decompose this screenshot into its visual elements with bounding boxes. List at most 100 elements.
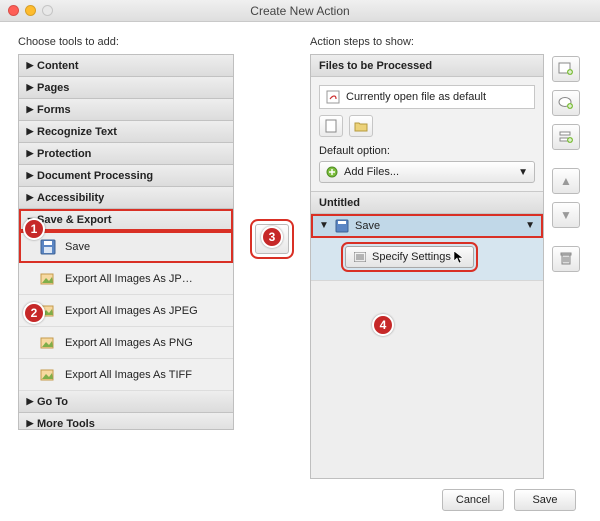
export-image-icon	[39, 334, 57, 352]
chevron-right-icon: ▶	[25, 396, 35, 407]
tool-export-tiff[interactable]: Export All Images As TIFF	[19, 359, 233, 391]
category-label: Accessibility	[37, 192, 104, 204]
triangle-up-icon: ▲	[560, 174, 572, 188]
tool-export-png[interactable]: Export All Images As PNG	[19, 327, 233, 359]
triangle-down-icon: ▼	[560, 208, 572, 222]
category-more-tools[interactable]: ▶More Tools	[19, 413, 233, 430]
category-content[interactable]: ▶Content	[19, 55, 233, 77]
chevron-right-icon: ▶	[25, 170, 35, 181]
category-pages[interactable]: ▶Pages	[19, 77, 233, 99]
action-steps-panel: Files to be Processed Currently open fil…	[310, 54, 544, 479]
add-file-button[interactable]	[319, 115, 343, 137]
category-label: Recognize Text	[37, 126, 117, 138]
category-accessibility[interactable]: ▶Accessibility	[19, 187, 233, 209]
bubble-plus-icon	[558, 96, 574, 110]
callout-badge-2: 2	[23, 302, 45, 324]
steps-empty-area	[311, 280, 543, 478]
chevron-right-icon: ▶	[25, 418, 35, 429]
divider-plus-icon	[558, 130, 574, 144]
floppy-disk-icon	[39, 238, 57, 256]
export-image-icon	[39, 270, 57, 288]
tool-label: Export All Images As TIFF	[65, 369, 192, 381]
current-open-file-row[interactable]: Currently open file as default	[319, 85, 535, 109]
category-label: More Tools	[37, 418, 95, 430]
dropdown-label: Add Files...	[344, 166, 399, 178]
move-down-button[interactable]: ▼	[552, 202, 580, 228]
category-label: Protection	[37, 148, 91, 160]
chevron-right-icon: ▶	[25, 104, 35, 115]
chevron-down-icon: ▼	[518, 167, 528, 178]
add-divider-button[interactable]	[552, 124, 580, 150]
tool-label: Save	[65, 241, 90, 253]
chevron-right-icon: ▶	[25, 192, 35, 203]
plus-icon	[326, 166, 338, 178]
tool-label: Export All Images As JPEG	[65, 305, 198, 317]
move-up-button[interactable]: ▲	[552, 168, 580, 194]
save-button[interactable]: Save	[514, 489, 576, 511]
files-panel-body: Currently open file as default Default o…	[311, 77, 543, 192]
delete-step-button[interactable]	[552, 246, 580, 272]
chevron-right-icon: ▶	[25, 60, 35, 71]
category-document-processing[interactable]: ▶Document Processing	[19, 165, 233, 187]
header-label: Files to be Processed	[319, 60, 432, 72]
add-instruction-button[interactable]	[552, 90, 580, 116]
category-label: Content	[37, 60, 79, 72]
window-title: Create New Action	[0, 4, 600, 18]
category-label: Forms	[37, 104, 71, 116]
category-save-export[interactable]: ▼Save & Export	[19, 209, 233, 231]
category-label: Document Processing	[37, 170, 153, 182]
category-recognize-text[interactable]: ▶Recognize Text	[19, 121, 233, 143]
floppy-disk-icon	[335, 219, 349, 233]
settings-list-icon	[354, 252, 366, 262]
specify-settings-button[interactable]: Specify Settings	[345, 246, 474, 268]
callout-badge-3: 3	[261, 226, 283, 248]
tool-label: Export All Images As PNG	[65, 337, 193, 349]
tool-export-jpeg[interactable]: Export All Images As JPEG	[19, 295, 233, 327]
files-to-process-header: Files to be Processed	[311, 55, 543, 77]
tool-export-jp[interactable]: Export All Images As JP…	[19, 263, 233, 295]
chevron-down-icon: ▼	[525, 220, 535, 231]
header-label: Untitled	[319, 197, 360, 209]
specify-settings-label: Specify Settings	[372, 251, 451, 263]
middle-column	[244, 36, 300, 479]
button-label: Cancel	[456, 494, 490, 506]
steps-label: Action steps to show:	[310, 36, 544, 48]
dialog-body: 1 2 3 4 Choose tools to add: ▶Content ▶P…	[0, 22, 600, 521]
callout-badge-1: 1	[23, 218, 45, 240]
callout-badge-4: 4	[372, 314, 394, 336]
steps-column: Action steps to show: Files to be Proces…	[310, 36, 582, 479]
category-protection[interactable]: ▶Protection	[19, 143, 233, 165]
add-panel-button[interactable]	[552, 56, 580, 82]
open-file-label: Currently open file as default	[346, 91, 486, 103]
tool-save[interactable]: Save	[19, 231, 233, 263]
default-option-label: Default option:	[319, 145, 535, 157]
document-icon	[325, 119, 337, 133]
window-titlebar: Create New Action	[0, 0, 600, 22]
trash-icon	[560, 252, 572, 266]
pdf-file-icon	[326, 90, 340, 104]
cancel-button[interactable]: Cancel	[442, 489, 504, 511]
panel-plus-icon	[558, 62, 574, 76]
untitled-header: Untitled	[311, 192, 543, 214]
category-go-to[interactable]: ▶Go To	[19, 391, 233, 413]
default-option-dropdown[interactable]: Add Files... ▼	[319, 161, 535, 183]
save-step-label: Save	[355, 220, 380, 232]
chevron-right-icon: ▶	[25, 126, 35, 137]
chevron-down-icon: ▼	[319, 220, 329, 231]
chevron-right-icon: ▶	[25, 82, 35, 93]
tools-column: Choose tools to add: ▶Content ▶Pages ▶Fo…	[18, 36, 234, 479]
chevron-right-icon: ▶	[25, 148, 35, 159]
category-label: Go To	[37, 396, 68, 408]
export-image-icon	[39, 366, 57, 384]
category-label: Pages	[37, 82, 69, 94]
cursor-pointer-icon	[453, 250, 465, 264]
category-forms[interactable]: ▶Forms	[19, 99, 233, 121]
folder-icon	[354, 120, 368, 132]
side-controls: ▲ ▼	[552, 56, 582, 479]
save-step-row[interactable]: ▼ Save ▼	[311, 214, 543, 238]
tool-label: Export All Images As JP…	[65, 273, 193, 285]
save-step-body: Specify Settings	[311, 238, 543, 280]
add-folder-button[interactable]	[349, 115, 373, 137]
category-label: Save & Export	[37, 214, 112, 226]
tool-categories-list[interactable]: ▶Content ▶Pages ▶Forms ▶Recognize Text ▶…	[18, 54, 234, 430]
